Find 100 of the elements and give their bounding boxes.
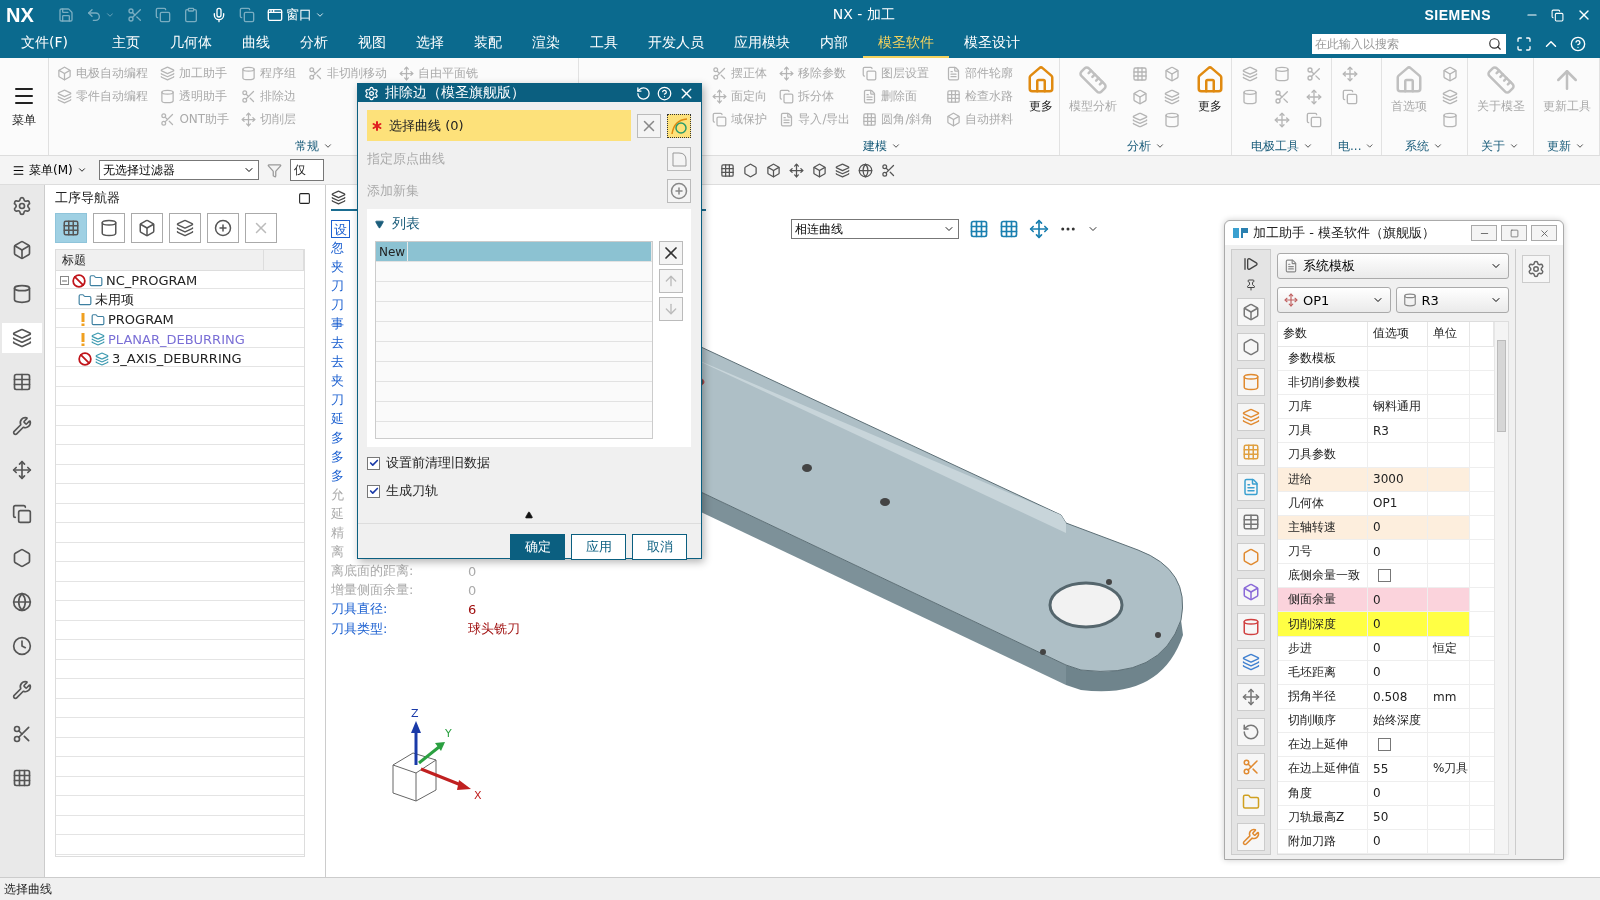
menu-tab[interactable]: 选择 (401, 30, 459, 58)
menu-dropdown[interactable]: 菜单(M) (8, 161, 91, 179)
table-row[interactable]: 切削顺序 始终深度 (1278, 709, 1470, 733)
param-label[interactable]: 事 (331, 314, 344, 333)
table-cell: 50 (1368, 805, 1428, 829)
tree-item[interactable]: PLANAR_DEBURRING (56, 329, 304, 349)
table-row[interactable]: 步进 0 恒定 (1278, 636, 1470, 660)
tree-item[interactable]: PROGRAM (56, 310, 304, 330)
menu-tab[interactable]: 文件(F) (6, 30, 83, 58)
param-label[interactable]: 刀 (331, 390, 344, 409)
param-label[interactable]: 延 (331, 410, 344, 428)
group-label: 建模 (862, 137, 887, 155)
axis-label: Z (411, 707, 419, 720)
checkbox-label: 生成刀轨 (386, 482, 438, 500)
curve-rule-dropdown[interactable]: 相连曲线 (791, 219, 959, 239)
menu-tab[interactable]: 模圣设计 (949, 30, 1035, 58)
menu-tab[interactable]: 分析 (285, 30, 343, 58)
param-label[interactable]: 多 (331, 448, 344, 467)
table-row[interactable]: 参数模板 (1278, 346, 1470, 370)
table-row[interactable]: 在边上延伸值 55 %刀具 (1278, 757, 1470, 781)
table-row[interactable]: 切削深度 0 (1278, 612, 1470, 636)
param-label[interactable]: 去 (331, 352, 344, 371)
param-label[interactable]: 刀 (331, 276, 344, 295)
table-cell: 附加刀路 (1278, 829, 1368, 854)
tool-dropdown[interactable]: R3 (1395, 287, 1509, 313)
column-header: 单位 (1428, 322, 1470, 346)
menu-tab[interactable]: 几何体 (155, 30, 227, 58)
panel-title: 工序导航器 (55, 189, 120, 207)
table-row[interactable]: 刀具参数 (1278, 443, 1470, 467)
table-cell: 主轴转速 (1278, 515, 1368, 539)
dialog-title: 排除边（模圣旗舰版） (385, 84, 526, 102)
param-label[interactable]: 刀具直径: (331, 600, 388, 619)
table-row[interactable]: 底侧余量一致 (1278, 564, 1470, 588)
param-label[interactable]: 刀具类型: (331, 619, 388, 638)
table-row[interactable]: 角度 0 (1278, 781, 1470, 805)
scope-dropdown[interactable]: 仅 (289, 159, 324, 181)
dialog-button[interactable]: 确定 (510, 534, 565, 560)
table-cell: 恒定 (1428, 636, 1470, 660)
menu-tab[interactable]: 视图 (343, 30, 401, 58)
table-row[interactable]: 附加刀路 0 (1278, 829, 1470, 854)
table-row[interactable]: 刀具 R3 (1278, 419, 1470, 443)
table-row[interactable]: 进给 3000 (1278, 467, 1470, 491)
group-label: 更新 (1547, 137, 1572, 155)
window-menu[interactable]: 窗口 (264, 6, 327, 24)
menu-tab[interactable]: 工具 (575, 30, 633, 58)
table-cell: 切削顺序 (1278, 709, 1368, 733)
table-cell: mm (1428, 684, 1470, 709)
table-row[interactable]: 非切削参数模 (1278, 370, 1470, 395)
field-label: 指定原点曲线 (367, 150, 445, 168)
tree-item[interactable]: NC_PROGRAM (56, 271, 304, 291)
table-row[interactable]: 几何体 OP1 (1278, 491, 1470, 515)
menu-tab[interactable]: 装配 (459, 30, 517, 58)
menu-tab[interactable]: 曲线 (227, 30, 285, 58)
menu-tab[interactable]: 内部 (805, 30, 863, 58)
dialog-button[interactable]: 应用 (571, 534, 626, 560)
table-cell: 参数模板 (1278, 346, 1368, 370)
menu-tab[interactable]: 开发人员 (633, 30, 719, 58)
param-label: 延 (331, 505, 344, 524)
table-row[interactable]: 在边上延伸 (1278, 733, 1470, 757)
param-label: 离底面的距离: (331, 562, 414, 581)
param-label[interactable]: 多 (331, 429, 344, 448)
table-row[interactable]: 侧面余量 0 (1278, 588, 1470, 612)
param-label[interactable]: 刀 (331, 295, 344, 314)
section-header[interactable]: 列表 (375, 215, 683, 233)
tree-item[interactable]: 未用项 (56, 290, 304, 310)
filter-dropdown[interactable]: 无选择过滤器 (98, 160, 259, 180)
table-row[interactable]: 刀库 钢料通用 (1278, 395, 1470, 419)
dialog-button[interactable]: 取消 (632, 534, 687, 560)
axis-label: Y (445, 727, 452, 740)
table-row[interactable]: 拐角半径 0.508 mm (1278, 684, 1470, 709)
table-cell: R3 (1368, 419, 1428, 443)
tree-item[interactable]: 3_AXIS_DEBURRING (56, 349, 304, 369)
param-label[interactable]: 去 (331, 333, 344, 352)
select-curve-field[interactable]: 选择曲线 (0) (367, 110, 631, 141)
table-row[interactable]: 毛坯距离 0 (1278, 660, 1470, 684)
geometry-dropdown[interactable]: OP1 (1277, 287, 1391, 313)
menu-tab[interactable]: 应用模块 (719, 30, 805, 58)
param-label[interactable]: 夹 (331, 257, 344, 276)
ribbon-button[interactable]: 更多 (1022, 63, 1059, 117)
group-label: 常规 (294, 137, 319, 155)
table-row[interactable]: 刀号 0 (1278, 540, 1470, 564)
list-row[interactable]: New (376, 242, 652, 262)
table-row[interactable]: 主轴转速 0 (1278, 515, 1470, 539)
param-label[interactable]: 多 (331, 467, 344, 486)
table-cell: 0 (1368, 588, 1428, 612)
menu-tab[interactable]: 渲染 (517, 30, 575, 58)
table-row[interactable]: 刀轨最高Z 50 (1278, 805, 1470, 829)
search-field[interactable]: 在此输入以搜索 (1312, 34, 1506, 54)
param-label: 精 (331, 524, 344, 543)
menu-button[interactable]: 菜单 (0, 58, 50, 155)
ribbon-button[interactable]: 更多 (1192, 63, 1228, 117)
table-cell: 刀轨最高Z (1278, 805, 1368, 829)
param-label: 离 (331, 543, 344, 562)
settings-link[interactable]: 设 (331, 219, 350, 238)
param-label[interactable]: 忽 (331, 238, 344, 257)
table-cell: 底侧余量一致 (1278, 564, 1368, 588)
param-label: 增量侧面余量: (331, 581, 414, 600)
param-label[interactable]: 夹 (331, 371, 344, 390)
menu-tab[interactable]: 主页 (97, 30, 155, 58)
template-dropdown[interactable]: 系统模板 (1277, 253, 1509, 279)
